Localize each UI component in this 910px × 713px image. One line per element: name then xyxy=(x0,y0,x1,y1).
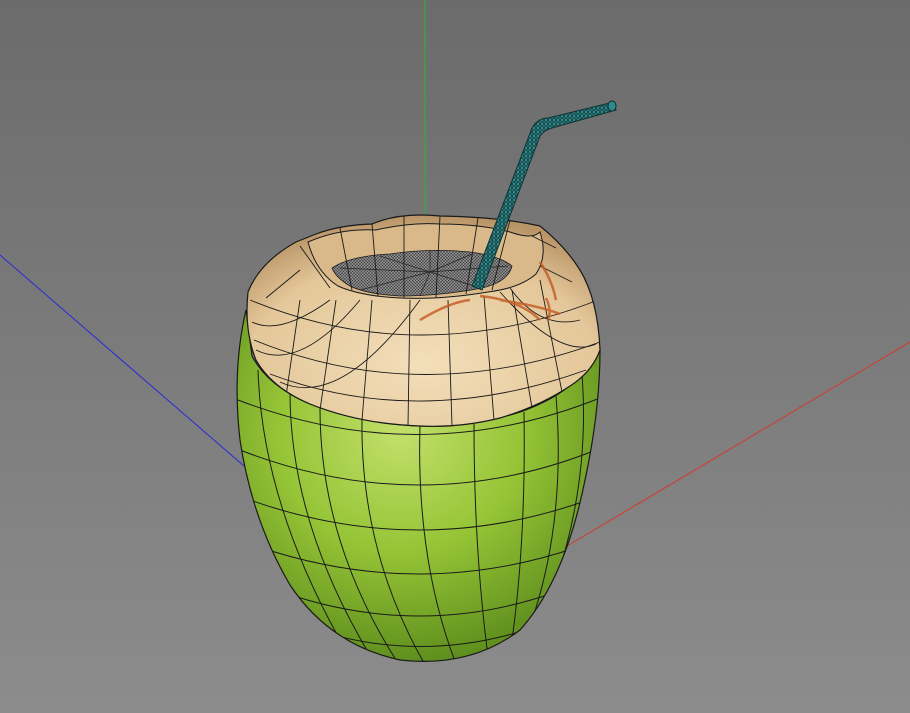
viewport-canvas[interactable] xyxy=(0,0,910,713)
3d-viewport[interactable] xyxy=(0,0,910,713)
